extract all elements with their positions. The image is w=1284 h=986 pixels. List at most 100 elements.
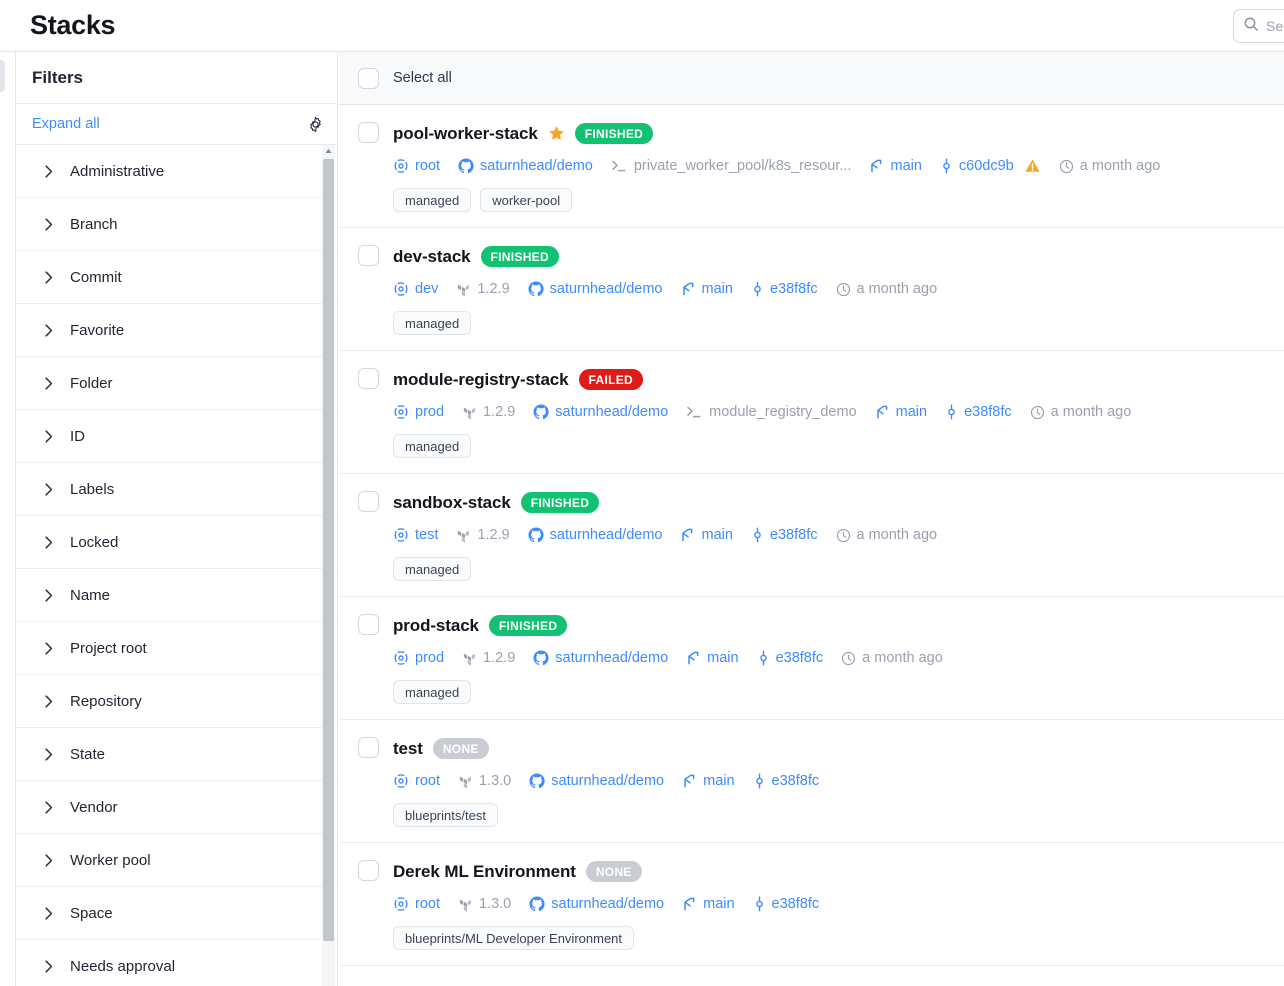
clock-icon [836,282,851,297]
stack-repository[interactable]: saturnhead/demo [528,281,663,297]
filters-scroll-up-arrow[interactable] [322,145,335,158]
favorite-star-icon[interactable] [548,125,565,142]
stack-row[interactable]: dev-stack FINISHED dev 1.2.9 saturnhead/… [339,228,1284,351]
stack-branch[interactable]: main [682,896,735,912]
stack-row-checkbox[interactable] [358,122,379,143]
stack-name[interactable]: prod-stack [393,616,479,636]
filter-row-worker-pool[interactable]: Worker pool [16,834,337,887]
branch-icon [869,159,884,174]
filter-row-project-root[interactable]: Project root [16,622,337,675]
stack-repository[interactable]: saturnhead/demo [529,896,664,912]
expand-all-button[interactable]: Expand all [32,116,100,132]
stack-branch[interactable]: main [875,404,927,420]
stack-row-checkbox[interactable] [358,245,379,266]
commit-icon [751,281,764,297]
stack-repository[interactable]: saturnhead/demo [458,158,593,174]
stack-space[interactable]: test [393,527,438,543]
filter-row-vendor[interactable]: Vendor [16,781,337,834]
status-badge: FINISHED [520,492,600,513]
stack-branch[interactable]: main [869,158,922,174]
stack-repository[interactable]: saturnhead/demo [533,650,668,666]
stack-branch[interactable]: main [680,527,733,543]
stack-row-checkbox[interactable] [358,614,379,635]
stack-commit[interactable]: e38f8fc [753,896,819,912]
search-icon [1243,16,1259,37]
stack-branch-text: main [895,404,928,420]
filter-row-id[interactable]: ID [16,410,337,463]
stack-tag[interactable]: managed [393,680,472,704]
stack-row[interactable]: test NONE root 1.3.0 saturnhead/demo mai… [339,720,1284,843]
filter-row-favorite[interactable]: Favorite [16,304,337,357]
stack-commit[interactable]: c60dc9b [940,158,1014,174]
clock-icon [1059,159,1074,174]
filter-row-branch[interactable]: Branch [16,198,337,251]
stack-name[interactable]: pool-worker-stack [393,124,538,144]
stack-name[interactable]: module-registry-stack [393,370,569,390]
stack-name[interactable]: test [393,739,423,759]
filter-row-space[interactable]: Space [16,887,337,940]
stack-row-checkbox[interactable] [358,860,379,881]
stack-tag[interactable]: blueprints/test [393,803,498,827]
filter-row-administrative[interactable]: Administrative [16,145,337,198]
filter-row-repository[interactable]: Repository [16,675,337,728]
stack-space[interactable]: prod [393,650,444,666]
stack-body: sandbox-stack FINISHED test 1.2.9 saturn… [393,491,1265,581]
stack-tag[interactable]: managed [393,188,472,212]
stack-space[interactable]: root [393,773,440,789]
stack-row-checkbox[interactable] [358,737,379,758]
stack-row[interactable]: sandbox-stack FINISHED test 1.2.9 saturn… [339,474,1284,597]
filter-row-locked[interactable]: Locked [16,516,337,569]
filter-row-label: Administrative [70,162,165,180]
search-input[interactable]: Sea [1233,9,1284,43]
stack-space[interactable]: prod [393,404,444,420]
stack-space[interactable]: root [393,896,440,912]
filter-row-name[interactable]: Name [16,569,337,622]
stack-row[interactable]: Derek ML Environment NONE root 1.3.0 sat… [339,843,1284,966]
stack-title-line: Derek ML Environment NONE [393,860,1265,883]
stack-row-checkbox[interactable] [358,368,379,389]
stack-repository[interactable]: saturnhead/demo [528,527,662,543]
stack-row[interactable]: prod-stack FINISHED prod 1.2.9 saturnhea… [339,597,1284,720]
stack-branch[interactable]: main [682,773,735,789]
stack-body: dev-stack FINISHED dev 1.2.9 saturnhead/… [393,245,1265,335]
gear-icon[interactable] [307,116,324,133]
filter-row-commit[interactable]: Commit [16,251,337,304]
filter-row-needs-approval[interactable]: Needs approval [16,940,337,986]
filter-row-state[interactable]: State [16,728,337,781]
chevron-right-icon [45,164,53,178]
stack-row[interactable]: module-registry-stack FAILED prod 1.2.9 [339,351,1284,474]
stack-tag[interactable]: managed [393,434,472,458]
stack-repository[interactable]: saturnhead/demo [533,404,668,420]
stack-tag[interactable]: worker-pool [480,188,573,212]
github-icon [533,650,549,666]
sidebar-collapse-handle[interactable] [0,60,5,92]
filter-row-labels[interactable]: Labels [16,463,337,516]
stack-row[interactable]: pool-worker-stack FINISHED root saturnhe… [339,105,1284,228]
stack-commit[interactable]: e38f8fc [753,773,819,789]
stack-repository[interactable]: saturnhead/demo [529,773,664,789]
filters-scrollbar-thumb[interactable] [323,159,334,941]
stack-tag[interactable]: managed [393,311,472,335]
chevron-right-icon [45,429,53,443]
stack-tag[interactable]: blueprints/ML Developer Environment [393,926,635,950]
stack-name[interactable]: Derek ML Environment [393,862,576,882]
stack-space[interactable]: dev [393,281,438,297]
stack-commit[interactable]: e38f8fc [751,527,818,543]
stack-commit[interactable]: e38f8fc [751,281,818,297]
stack-space[interactable]: root [393,158,440,174]
stack-commit[interactable]: e38f8fc [945,404,1012,420]
filter-row-folder[interactable]: Folder [16,357,337,410]
stack-name[interactable]: dev-stack [393,247,471,267]
stack-warning[interactable] [1024,158,1041,174]
stack-branch[interactable]: main [686,650,739,666]
stack-commit[interactable]: e38f8fc [757,650,823,666]
stack-project-root: private_worker_pool/k8s_resour... [611,158,851,174]
stack-branch[interactable]: main [681,281,733,297]
stack-project-root-text: module_registry_demo [709,404,857,420]
stack-tag[interactable]: managed [393,557,472,581]
space-icon [393,281,409,297]
stack-name[interactable]: sandbox-stack [393,493,511,513]
branch-icon [686,651,701,666]
select-all-checkbox[interactable] [358,67,379,89]
stack-row-checkbox[interactable] [358,491,379,512]
